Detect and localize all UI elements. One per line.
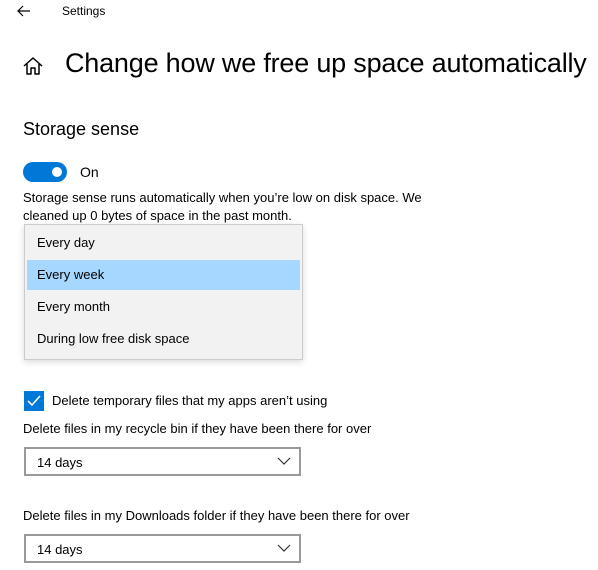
home-icon — [23, 57, 43, 75]
downloads-label: Delete files in my Downloads folder if t… — [23, 508, 410, 523]
storage-sense-description: Storage sense runs automatically when yo… — [23, 190, 422, 223]
back-button[interactable] — [12, 0, 36, 22]
downloads-select[interactable]: 14 days — [24, 534, 301, 563]
toggle-knob — [52, 167, 62, 177]
dropdown-option-every-day[interactable]: Every day — [27, 228, 300, 258]
dropdown-option-low-disk-space[interactable]: During low free disk space — [27, 324, 300, 354]
delete-temp-files-label: Delete temporary files that my apps aren… — [52, 393, 328, 408]
storage-sense-toggle[interactable] — [23, 162, 67, 182]
recycle-bin-select-value: 14 days — [37, 455, 83, 470]
storage-sense-heading: Storage sense — [23, 119, 140, 139]
page-title: Change how we free up space automaticall… — [65, 48, 587, 78]
dropdown-option-every-month[interactable]: Every month — [27, 292, 300, 322]
back-arrow-icon — [17, 5, 30, 17]
window-title: Settings — [62, 4, 106, 18]
downloads-select-value: 14 days — [37, 542, 83, 557]
delete-temp-files-checkbox[interactable] — [24, 391, 44, 411]
checkmark-icon — [27, 395, 41, 407]
recycle-bin-label: Delete files in my recycle bin if they h… — [23, 421, 372, 436]
dropdown-option-every-week[interactable]: Every week — [27, 260, 300, 290]
run-storage-sense-dropdown: Every day Every week Every month During … — [24, 224, 303, 360]
home-button[interactable] — [22, 55, 46, 79]
chevron-down-icon — [277, 457, 291, 465]
toggle-state-label: On — [80, 164, 99, 180]
chevron-down-icon — [277, 544, 291, 552]
recycle-bin-select[interactable]: 14 days — [24, 447, 301, 476]
